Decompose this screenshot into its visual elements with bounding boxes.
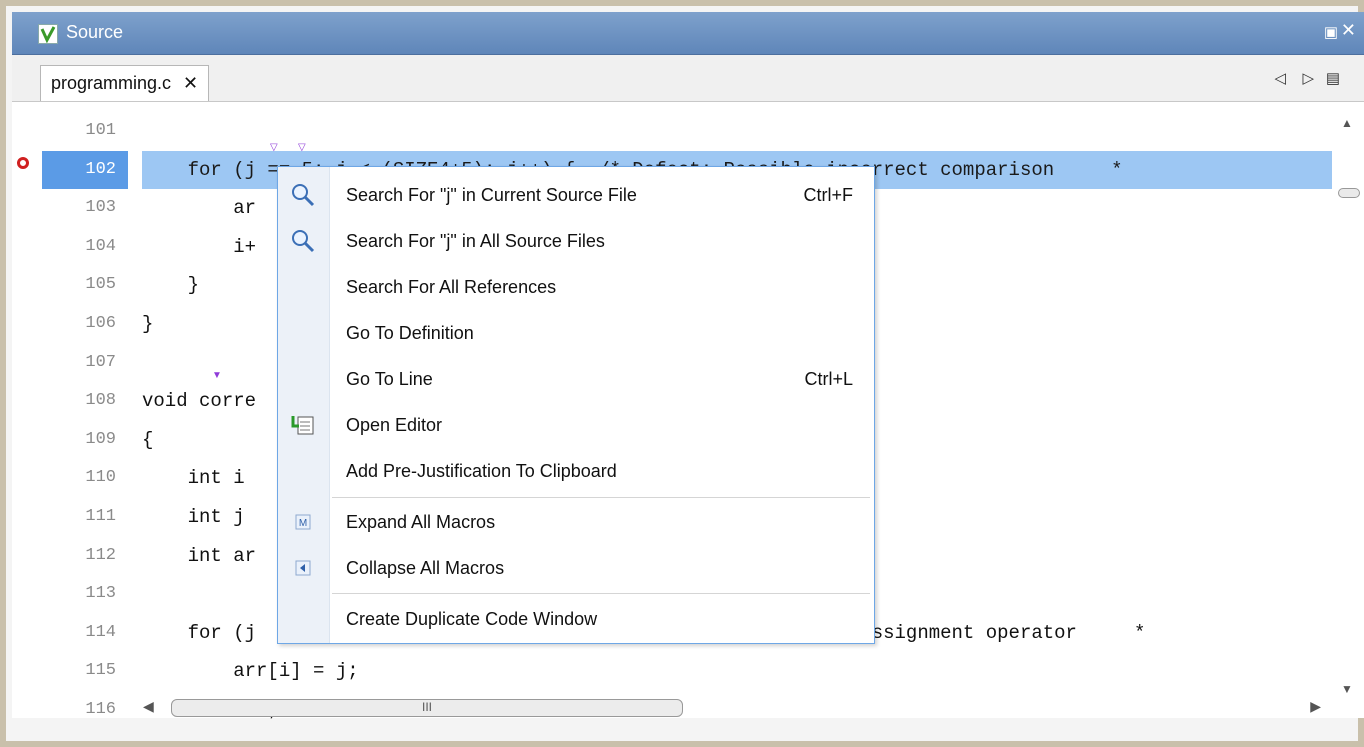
expand-macro-icon: M bbox=[288, 508, 318, 536]
marker-icon: ▽ bbox=[298, 142, 306, 153]
line-number: 106 bbox=[85, 313, 116, 333]
line-number: 108 bbox=[85, 391, 116, 411]
scroll-down-icon[interactable]: ▼ bbox=[1341, 682, 1353, 696]
line-number: 102 bbox=[42, 150, 128, 190]
marker-icon: ▽ bbox=[270, 142, 278, 153]
menu-item[interactable]: Create Duplicate Code Window bbox=[278, 599, 874, 639]
line-number: 107 bbox=[85, 352, 116, 372]
marker-icon: ▼ bbox=[212, 370, 222, 381]
collapse-macro-icon bbox=[288, 554, 318, 582]
menu-item[interactable]: M Expand All Macros bbox=[278, 502, 874, 542]
prev-tab-icon[interactable]: ◁ bbox=[1274, 69, 1286, 87]
line-number: 111 bbox=[85, 506, 116, 526]
line-number-gutter: 101 102 103 104 105 106 107 108 109 110 111 112 113 1… bbox=[42, 112, 128, 730]
open-editor-icon bbox=[288, 411, 318, 439]
menu-separator bbox=[332, 497, 870, 498]
tab-label: programming.c bbox=[51, 73, 172, 93]
tab-bar: programming.c ✕ ◁ ▷ ▤ bbox=[12, 55, 1364, 102]
code-line[interactable]: arr[i] = j; bbox=[142, 652, 1332, 691]
breakpoint-icon[interactable] bbox=[17, 157, 29, 169]
menu-item-label: Go To Definition bbox=[346, 322, 474, 343]
close-window-icon[interactable]: ✕ bbox=[1341, 20, 1356, 41]
menu-item[interactable]: Add Pre-Justification To Clipboard bbox=[278, 451, 874, 491]
tab-close-icon[interactable]: ✕ bbox=[183, 73, 198, 94]
menu-item-shortcut: Ctrl+L bbox=[804, 368, 853, 389]
context-menu: Search For "j" in Current Source File Ctr… bbox=[277, 166, 875, 644]
title-bar: Source ▣ ✕ bbox=[12, 12, 1364, 55]
search-icon bbox=[288, 227, 318, 255]
window-title: Source bbox=[66, 22, 124, 42]
horizontal-scroll-thumb[interactable]: III bbox=[171, 699, 683, 717]
menu-item[interactable]: Search For All References bbox=[278, 267, 874, 307]
menu-separator bbox=[332, 593, 870, 594]
line-number: 112 bbox=[85, 545, 116, 565]
line-number: 113 bbox=[85, 584, 116, 604]
menu-item[interactable]: Collapse All Macros bbox=[278, 548, 874, 588]
menu-item-label: Search For "j" in Current Source File bbox=[346, 184, 637, 205]
code-line[interactable] bbox=[142, 112, 1332, 151]
line-number: 114 bbox=[85, 622, 116, 642]
vertical-scrollbar[interactable]: ▲ ▼ bbox=[1336, 102, 1360, 718]
line-number: 115 bbox=[85, 661, 116, 681]
vertical-scroll-thumb[interactable] bbox=[1338, 188, 1360, 198]
line-number: 116 bbox=[85, 699, 116, 719]
line-number: 101 bbox=[85, 121, 116, 140]
line-number: 109 bbox=[85, 429, 116, 449]
menu-item[interactable]: Go To Definition bbox=[278, 313, 874, 353]
menu-item-shortcut: Ctrl+F bbox=[803, 184, 854, 205]
line-number: 104 bbox=[85, 236, 116, 256]
restore-icon[interactable]: ▣ bbox=[1324, 23, 1338, 41]
menu-item[interactable]: Open Editor bbox=[278, 405, 874, 445]
line-number: 103 bbox=[85, 198, 116, 218]
svg-text:M: M bbox=[299, 518, 307, 529]
line-number: 110 bbox=[85, 468, 116, 488]
scroll-right-icon[interactable]: ▶ bbox=[1310, 698, 1321, 715]
line-number: 105 bbox=[85, 275, 116, 295]
menu-item-label: Create Duplicate Code Window bbox=[346, 608, 598, 629]
app-logo-icon bbox=[38, 24, 58, 44]
menu-item-label: Go To Line bbox=[346, 368, 433, 389]
menu-item-label: Expand All Macros bbox=[346, 511, 496, 532]
tab-programming-c[interactable]: programming.c ✕ bbox=[40, 65, 210, 101]
scroll-up-icon[interactable]: ▲ bbox=[1341, 116, 1353, 130]
horizontal-scrollbar[interactable]: ◀ III ▶ bbox=[137, 698, 1337, 718]
menu-item[interactable]: Go To Line Ctrl+L bbox=[278, 359, 874, 399]
menu-item-label: Open Editor bbox=[346, 414, 443, 435]
next-tab-icon[interactable]: ▷ bbox=[1302, 69, 1314, 87]
menu-item-label: Search For "j" in All Source Files bbox=[346, 230, 605, 251]
scroll-left-icon[interactable]: ◀ bbox=[143, 698, 154, 715]
menu-item[interactable]: Search For "j" in Current Source File Ctr… bbox=[278, 175, 874, 215]
menu-item[interactable]: Search For "j" in All Source Files bbox=[278, 221, 874, 261]
menu-item-label: Search For All References bbox=[346, 276, 557, 297]
tab-list-icon[interactable]: ▤ bbox=[1326, 69, 1340, 87]
menu-item-label: Collapse All Macros bbox=[346, 557, 505, 578]
search-icon bbox=[288, 181, 318, 209]
menu-item-label: Add Pre-Justification To Clipboard bbox=[346, 460, 617, 481]
